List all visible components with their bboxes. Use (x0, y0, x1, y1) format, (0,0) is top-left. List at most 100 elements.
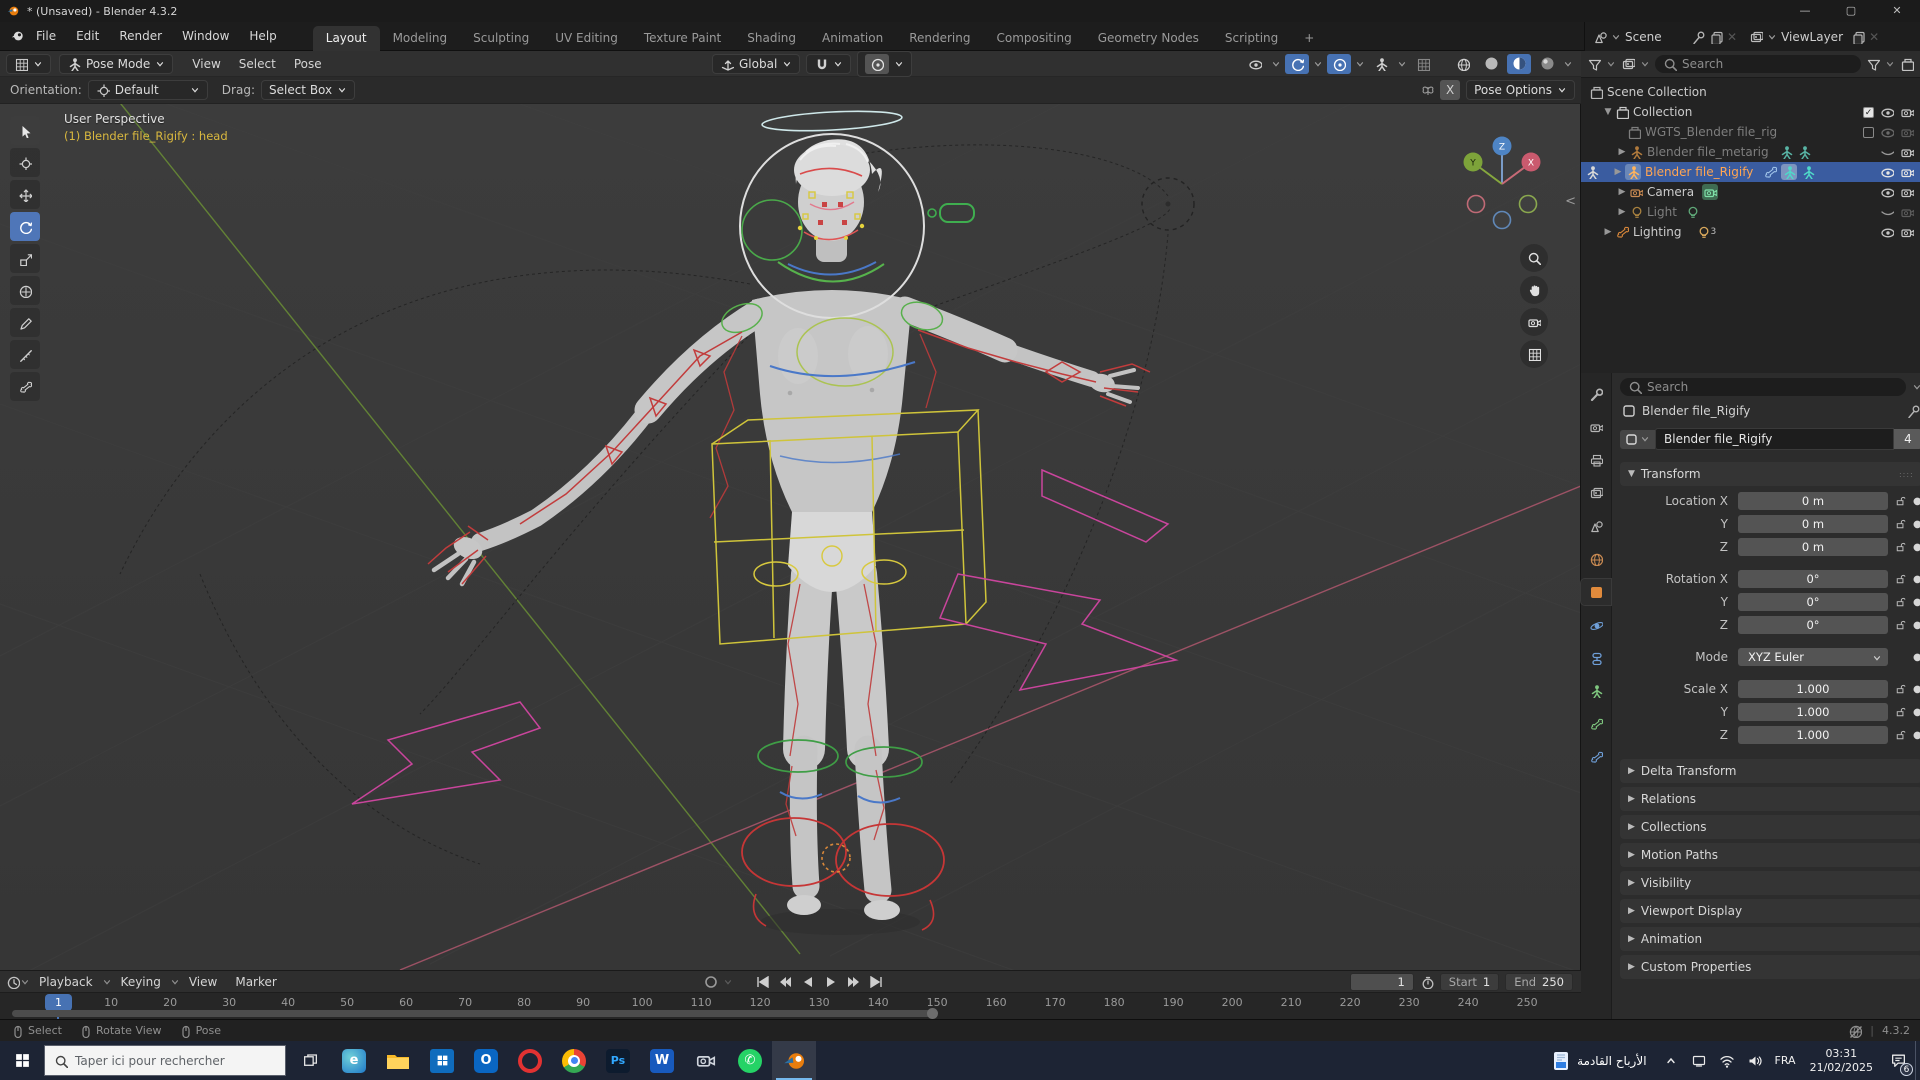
pose-icon[interactable] (1779, 145, 1793, 159)
animate-dot[interactable]: ● (1913, 574, 1920, 585)
tab-object-data[interactable] (1581, 678, 1611, 704)
animate-dot[interactable]: ● (1913, 730, 1920, 741)
menu-marker[interactable]: Marker (226, 975, 285, 989)
timeline-scrollbar[interactable] (12, 1008, 938, 1019)
taskbar-app-arabic-doc[interactable]: الأرباح القادمة (1543, 1041, 1656, 1080)
tray-expand-chevron[interactable] (1657, 1041, 1685, 1080)
chevron-down-icon[interactable] (170, 977, 180, 987)
sidebar-collapse-arrow[interactable]: < (1565, 194, 1576, 209)
animate-dot[interactable]: ● (1913, 519, 1920, 530)
animate-dot[interactable]: ● (1913, 652, 1920, 663)
jump-to-end-button[interactable] (866, 973, 887, 991)
scale-x-field[interactable]: 1.000 (1738, 680, 1888, 698)
outliner-row-wgts[interactable]: WGTS_Blender file_rig (1581, 122, 1920, 142)
taskbar-app-edge[interactable]: e (332, 1041, 376, 1080)
tab-constraints[interactable] (1581, 645, 1611, 671)
tab-animation[interactable]: Animation (809, 26, 896, 51)
panel-grip[interactable]: :::: (1899, 470, 1914, 479)
taskbar-clock[interactable]: 03:31 21/02/2025 (1802, 1047, 1881, 1075)
chevron-down-icon[interactable] (1606, 59, 1616, 69)
tab-scripting[interactable]: Scripting (1212, 26, 1291, 51)
start-button[interactable] (0, 1041, 44, 1080)
hide-eye-icon[interactable] (1880, 165, 1894, 179)
tablet-mode-icon[interactable] (1685, 1041, 1713, 1080)
hidden-eye-icon[interactable] (1880, 145, 1894, 159)
orientation-default-selector[interactable]: Default (87, 80, 208, 100)
volume-icon[interactable] (1741, 1041, 1769, 1080)
shading-wireframe-button[interactable] (1451, 54, 1475, 74)
rotation-y-field[interactable]: 0° (1738, 593, 1888, 611)
minimize-button[interactable]: — (1782, 0, 1828, 22)
add-workspace-button[interactable]: + (1291, 26, 1327, 51)
frame-start-field[interactable]: Start 1 (1439, 972, 1500, 991)
exclude-checkbox[interactable] (1863, 126, 1874, 138)
chevron-down-icon[interactable] (1397, 59, 1407, 69)
pin-icon[interactable] (1906, 404, 1920, 418)
tool-move[interactable] (10, 180, 40, 209)
tool-rotate[interactable] (10, 212, 40, 241)
jump-prev-keyframe-button[interactable] (774, 973, 795, 991)
tab-output[interactable] (1581, 447, 1611, 473)
tool-measure[interactable] (10, 340, 40, 369)
new-collection-icon[interactable] (1900, 57, 1914, 71)
tab-rendering[interactable]: Rendering (896, 26, 983, 51)
rotation-x-field[interactable]: 0° (1738, 570, 1888, 588)
render-camera-icon[interactable] (1900, 105, 1914, 119)
render-camera-icon[interactable] (1900, 165, 1914, 179)
outliner-row-camera[interactable]: ▶ Camera (1581, 182, 1920, 202)
panel-custom-properties[interactable]: ▶ Custom Properties (1620, 955, 1920, 979)
exclude-checkbox[interactable]: ✓ (1863, 106, 1874, 118)
show-desktop-button[interactable] (1915, 1041, 1920, 1080)
tool-scale[interactable] (10, 244, 40, 273)
viewport-zoom-button[interactable] (1520, 244, 1548, 272)
chevron-down-icon[interactable] (1313, 59, 1323, 69)
hide-eye-icon[interactable] (1880, 185, 1894, 199)
snap-toggle[interactable] (806, 53, 852, 74)
outliner-editor-icon[interactable] (1587, 57, 1601, 71)
tab-tool[interactable] (1581, 381, 1611, 407)
location-z-field[interactable]: 0 m (1738, 538, 1888, 556)
menu-help[interactable]: Help (239, 22, 286, 50)
chevron-down-icon[interactable] (1271, 59, 1281, 69)
properties-search-input[interactable]: Search (1620, 378, 1906, 396)
tab-shading[interactable]: Shading (734, 26, 809, 51)
taskbar-app-photoshop[interactable]: Ps (596, 1041, 640, 1080)
render-camera-icon[interactable] (1900, 125, 1914, 139)
task-view-button[interactable] (288, 1041, 332, 1080)
play-button[interactable] (820, 973, 841, 991)
panel-animation[interactable]: ▶ Animation (1620, 927, 1920, 951)
armature-xray-button[interactable] (1369, 54, 1393, 74)
pose-mode-icon[interactable] (1782, 165, 1796, 179)
tool-breakdowner[interactable] (10, 372, 40, 401)
panel-visibility[interactable]: ▶ Visibility (1620, 871, 1920, 895)
jump-to-start-button[interactable] (751, 973, 772, 991)
navigation-gizmo[interactable]: Z Y X (1454, 132, 1550, 232)
panel-viewport-display[interactable]: ▶ Viewport Display (1620, 899, 1920, 923)
light-data-icon[interactable] (1685, 205, 1699, 219)
drag-mode-selector[interactable]: Select Box (260, 80, 356, 100)
outliner-row-scene-collection[interactable]: Scene Collection (1581, 82, 1920, 102)
scrollbar-handle[interactable] (927, 1008, 938, 1019)
taskbar-app-chrome[interactable] (552, 1041, 596, 1080)
menu-keying[interactable]: Keying (112, 975, 170, 989)
action-center-button[interactable]: 6 (1881, 1041, 1915, 1080)
outliner-row-light[interactable]: ▶ Light (1581, 202, 1920, 222)
tab-compositing[interactable]: Compositing (983, 26, 1084, 51)
lock-icon[interactable] (1894, 729, 1907, 742)
hidden-eye-icon[interactable] (1880, 205, 1894, 219)
outliner-row-collection[interactable]: ▼ Collection ✓ (1581, 102, 1920, 122)
animate-dot[interactable]: ● (1913, 542, 1920, 553)
panel-delta-transform[interactable]: ▶ Delta Transform (1620, 759, 1920, 783)
taskbar-app-store[interactable] (420, 1041, 464, 1080)
tab-modeling[interactable]: Modeling (380, 26, 461, 51)
taskbar-app-word[interactable]: W (640, 1041, 684, 1080)
pose-options-dropdown[interactable]: Pose Options (1466, 80, 1575, 100)
menu-file[interactable]: File (26, 22, 66, 50)
viewport-camera-button[interactable] (1520, 308, 1548, 336)
viewlayer-name[interactable]: ViewLayer (1781, 30, 1847, 44)
keyboard-language[interactable]: FRA (1769, 1054, 1802, 1067)
menu-window[interactable]: Window (172, 22, 239, 50)
network-offline-icon[interactable] (1848, 1024, 1863, 1038)
tab-bone-constraints[interactable] (1581, 744, 1611, 770)
tool-annotate[interactable] (10, 308, 40, 337)
